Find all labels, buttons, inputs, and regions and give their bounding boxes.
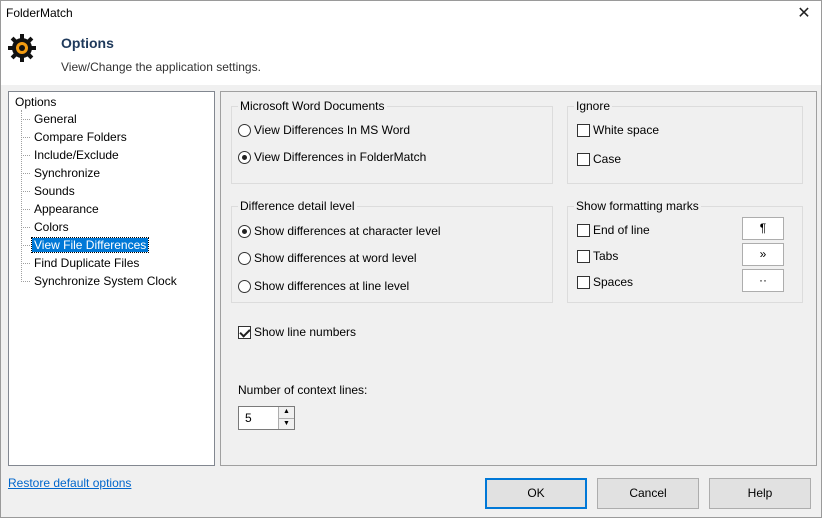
word-docs-group: Microsoft Word Documents View Difference… xyxy=(231,99,553,184)
tree-item-find-duplicate-files[interactable]: Find Duplicate Files xyxy=(21,255,141,271)
radio-line-level[interactable]: Show differences at line level xyxy=(238,278,409,294)
checkbox-white-space[interactable]: White space xyxy=(577,122,659,138)
help-button[interactable]: Help xyxy=(709,478,811,509)
tree-item-synchronize[interactable]: Synchronize xyxy=(21,165,102,181)
checkbox-label: End of line xyxy=(593,223,650,237)
checkbox-case[interactable]: Case xyxy=(577,151,621,167)
tree-item-label: Find Duplicate Files xyxy=(34,256,140,270)
options-tree[interactable]: Options General Compare Folders Include/… xyxy=(8,91,215,466)
tree-item-include-exclude[interactable]: Include/Exclude xyxy=(21,147,121,163)
tree-item-label: Appearance xyxy=(34,202,99,216)
radio-button[interactable] xyxy=(238,224,251,238)
checkbox[interactable] xyxy=(577,249,590,263)
context-lines-stepper[interactable]: 5 ▲ ▼ xyxy=(238,406,295,430)
window-title: FolderMatch xyxy=(6,6,73,20)
tree-item-view-file-differences[interactable]: View File Differences xyxy=(21,237,150,253)
checkbox[interactable] xyxy=(577,275,590,289)
radio-view-in-ms-word[interactable]: View Differences In MS Word xyxy=(238,122,410,138)
tree-item-compare-folders[interactable]: Compare Folders xyxy=(21,129,129,145)
tree-item-label: Include/Exclude xyxy=(34,148,119,162)
checkbox-label: Tabs xyxy=(593,249,619,263)
checkbox-spaces[interactable]: Spaces xyxy=(577,274,633,290)
group-title: Difference detail level xyxy=(238,199,357,213)
checkbox[interactable] xyxy=(577,123,590,137)
chevron-up-icon[interactable]: ▲ xyxy=(278,407,294,418)
checkbox-label: White space xyxy=(593,123,660,137)
formatting-marks-group: Show formatting marks End of line ¶ Tabs… xyxy=(567,199,803,303)
stepper-arrows: ▲ ▼ xyxy=(278,407,294,429)
settings-panel: Microsoft Word Documents View Difference… xyxy=(220,91,817,466)
group-title: Show formatting marks xyxy=(574,199,701,213)
tree-item-label: View File Differences xyxy=(30,237,150,253)
checkbox-label: Show line numbers xyxy=(254,325,357,339)
tree-item-appearance[interactable]: Appearance xyxy=(21,201,101,217)
radio-button[interactable] xyxy=(238,251,251,265)
radio-label: Show differences at word level xyxy=(254,251,417,265)
radio-label: View Differences in FolderMatch xyxy=(254,150,427,164)
checkbox-end-of-line[interactable]: End of line xyxy=(577,222,650,238)
radio-button[interactable] xyxy=(238,123,251,137)
checkbox-label: Spaces xyxy=(593,275,634,289)
tree-item-label: Sounds xyxy=(34,184,75,198)
checkbox[interactable] xyxy=(577,152,590,166)
page-title: Options xyxy=(61,35,114,51)
tree-root-options[interactable]: Options xyxy=(15,95,56,109)
chevron-down-icon[interactable]: ▼ xyxy=(278,418,294,429)
radio-word-level[interactable]: Show differences at word level xyxy=(238,250,417,266)
radio-character-level[interactable]: Show differences at character level xyxy=(238,223,441,239)
context-lines-label: Number of context lines: xyxy=(238,383,368,397)
radio-view-in-foldermatch[interactable]: View Differences in FolderMatch xyxy=(238,149,426,165)
tree-item-label: Synchronize System Clock xyxy=(34,274,177,288)
tree-item-colors[interactable]: Colors xyxy=(21,219,71,235)
tree-item-label: Colors xyxy=(34,220,69,234)
cancel-button[interactable]: Cancel xyxy=(597,478,699,509)
checkbox[interactable] xyxy=(577,223,590,237)
dialog-header: Options View/Change the application sett… xyxy=(1,27,821,85)
context-lines-value[interactable]: 5 xyxy=(245,411,252,425)
tree-item-sounds[interactable]: Sounds xyxy=(21,183,77,199)
spaces-symbol-button[interactable]: ·· xyxy=(742,269,784,292)
title-bar: FolderMatch ✕ xyxy=(1,1,821,27)
tree-item-synchronize-system-clock[interactable]: Synchronize System Clock xyxy=(21,273,179,289)
ok-button[interactable]: OK xyxy=(485,478,587,509)
tabs-symbol-button[interactable]: » xyxy=(742,243,784,266)
detail-level-group: Difference detail level Show differences… xyxy=(231,199,553,303)
restore-default-link[interactable]: Restore default options xyxy=(8,476,131,490)
checkbox-label: Case xyxy=(593,152,622,166)
checkbox[interactable] xyxy=(238,325,251,339)
group-title: Ignore xyxy=(574,99,613,113)
radio-label: Show differences at character level xyxy=(254,224,441,238)
checkbox-show-line-numbers[interactable]: Show line numbers xyxy=(238,324,356,340)
checkbox-tabs[interactable]: Tabs xyxy=(577,248,618,264)
tree-item-label: Synchronize xyxy=(34,166,101,180)
ignore-group: Ignore White space Case xyxy=(567,99,803,184)
tree-item-label: General xyxy=(34,112,77,126)
radio-label: View Differences In MS Word xyxy=(254,123,411,137)
gear-icon xyxy=(8,34,36,62)
close-icon[interactable]: ✕ xyxy=(793,4,815,24)
options-window: FolderMatch ✕ Options View/Change the ap… xyxy=(0,0,822,518)
radio-label: Show differences at line level xyxy=(254,279,410,293)
radio-button[interactable] xyxy=(238,279,251,293)
radio-button[interactable] xyxy=(238,150,251,164)
end-of-line-symbol-button[interactable]: ¶ xyxy=(742,217,784,240)
tree-item-label: Compare Folders xyxy=(34,130,127,144)
group-title: Microsoft Word Documents xyxy=(238,99,387,113)
tree-item-general[interactable]: General xyxy=(21,111,79,127)
page-subtitle: View/Change the application settings. xyxy=(61,60,261,74)
